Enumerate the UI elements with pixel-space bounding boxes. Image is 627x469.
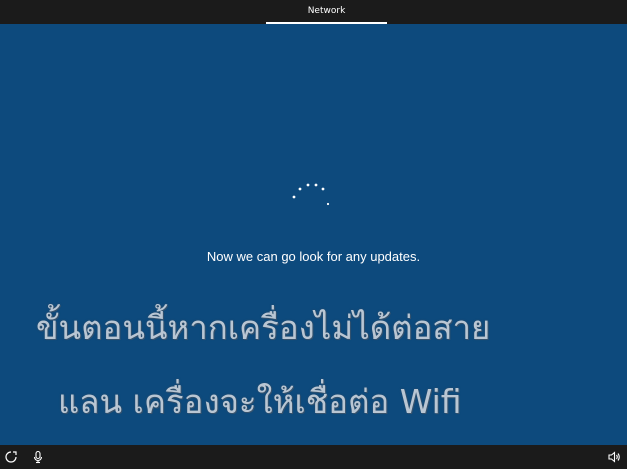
taskbar: [0, 445, 627, 469]
tab-underline: [266, 22, 387, 24]
microphone-icon[interactable]: [31, 450, 45, 464]
caption-line-1: ขั้นตอนนี้หากเครื่องไม่ได้ต่อสาย: [36, 308, 491, 347]
ease-of-access-icon[interactable]: [4, 450, 18, 464]
tab-network: Network: [307, 6, 346, 16]
status-message: Now we can go look for any updates.: [206, 249, 421, 264]
caption-line-2: แลน เครื่องจะให้เชื่อต่อ Wifi: [58, 382, 462, 421]
volume-icon[interactable]: [607, 450, 621, 464]
